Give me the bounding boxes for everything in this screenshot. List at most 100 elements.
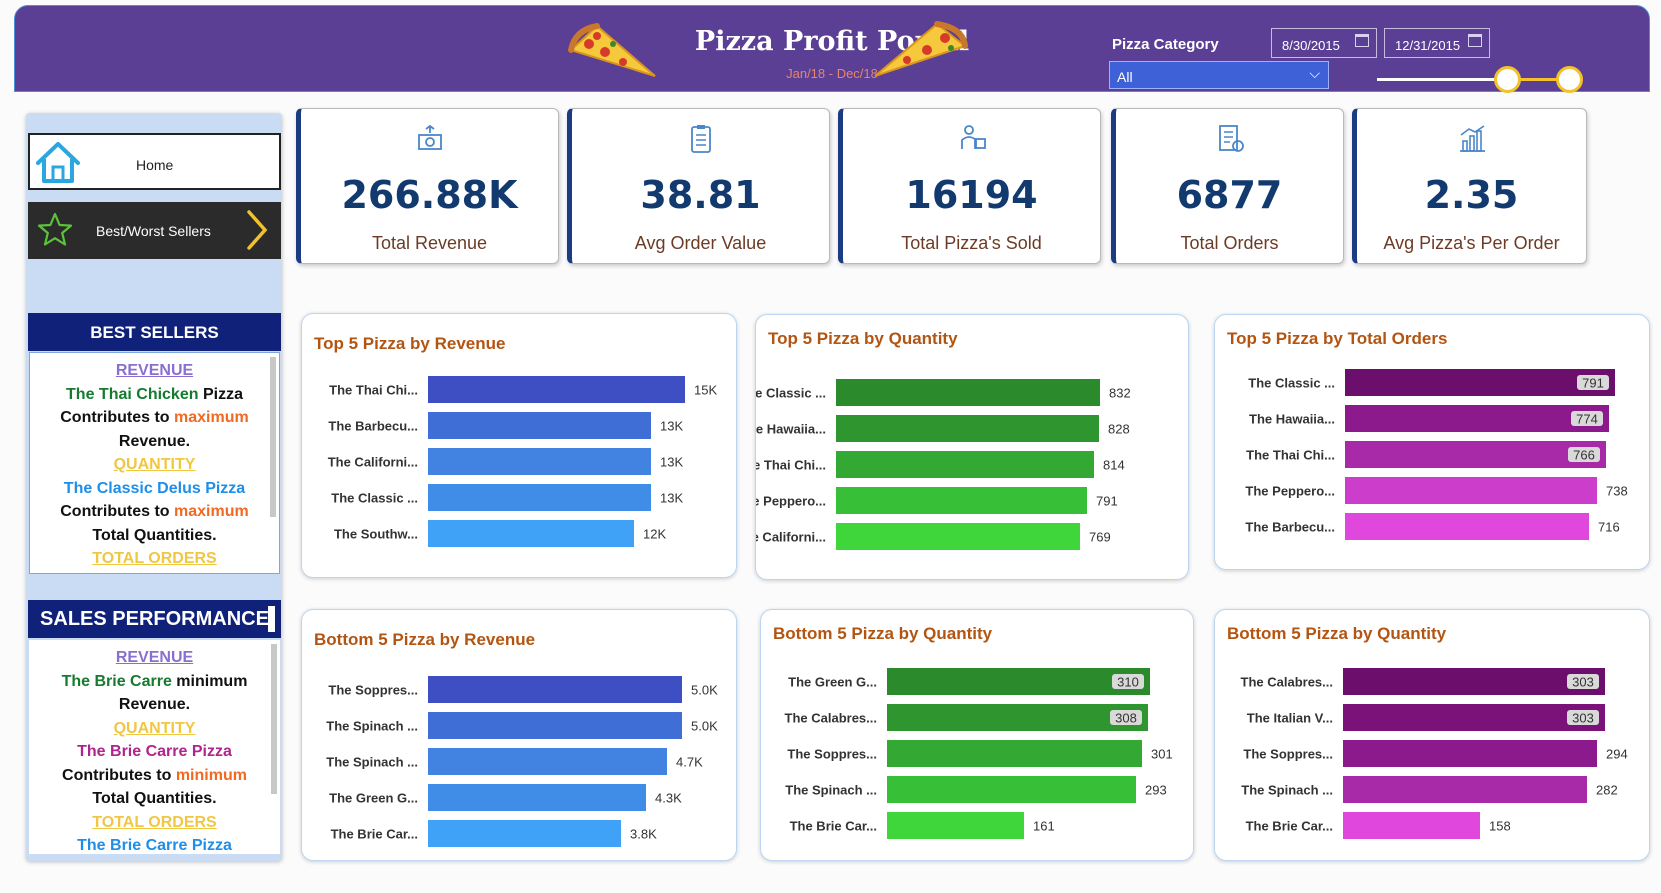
date-slider-start-handle[interactable] xyxy=(1494,66,1521,93)
chevron-right-icon xyxy=(247,210,268,250)
orders-heading: TOTAL ORDERS xyxy=(92,550,217,567)
kpi-card-avg-pizzas-per-order: 2.35 Avg Pizza's Per Order xyxy=(1352,108,1587,264)
category-label: The Classic ... xyxy=(1248,376,1335,391)
chart-bar[interactable] xyxy=(836,523,1080,550)
date-slider-end-handle[interactable] xyxy=(1556,66,1583,93)
best-worst-sellers-nav-button[interactable]: Best/Worst Sellers xyxy=(28,202,281,259)
chart-bar[interactable] xyxy=(428,712,682,739)
chart-bar[interactable] xyxy=(1345,405,1609,432)
category-label: The Hawaiia... xyxy=(1249,412,1335,427)
delivery-icon xyxy=(960,125,986,149)
category-label: The Green G... xyxy=(788,675,877,690)
chart-bar[interactable] xyxy=(887,668,1150,695)
kpi-value: 16194 xyxy=(905,173,1038,217)
chart-bar[interactable] xyxy=(887,776,1136,803)
data-label: 15K xyxy=(694,383,717,398)
chart-top-quantity: The Classic ... 832 The Hawaiia... 828 The T… xyxy=(756,379,1131,550)
calendar-icon[interactable] xyxy=(1355,34,1369,47)
maximum-text: maximum xyxy=(174,409,249,426)
chart-bar[interactable] xyxy=(836,487,1087,514)
chart-bar[interactable] xyxy=(428,484,651,511)
chart-bar[interactable] xyxy=(836,451,1094,478)
data-label: 161 xyxy=(1033,819,1055,834)
maximum-text: maximum xyxy=(174,503,249,520)
data-label: 832 xyxy=(1109,386,1131,401)
home-icon xyxy=(36,142,80,183)
chart-bottom-quantity: The Green G... 310 The Calabres... 308 The S… xyxy=(785,668,1173,839)
data-label: 5.0K xyxy=(691,719,718,734)
category-dropdown[interactable]: All ⌵ xyxy=(1109,61,1329,89)
kpi-label: Avg Order Value xyxy=(634,233,767,253)
data-label: 310 xyxy=(1117,675,1139,690)
chart-bar[interactable] xyxy=(428,820,621,847)
category-label: The Calabres... xyxy=(785,711,877,726)
chart-bar[interactable] xyxy=(428,520,634,547)
data-label: 4.3K xyxy=(655,791,682,806)
category-label: The Spinach ... xyxy=(785,783,877,798)
scrollbar[interactable] xyxy=(270,357,276,517)
data-label: 791 xyxy=(1582,376,1604,391)
contribution-line: Contributes to maximum xyxy=(30,406,279,430)
chart-bar[interactable] xyxy=(1343,740,1597,767)
calendar-icon[interactable] xyxy=(1468,34,1482,47)
chart-card-top-quantity: Top 5 Pizza by Quantity The Classic ...8… xyxy=(755,314,1189,580)
chart-bar[interactable] xyxy=(428,376,685,403)
revenue-end-text: Revenue. xyxy=(118,432,191,450)
chart-bar[interactable] xyxy=(1345,369,1615,396)
kpi-card-total-revenue: 266.88K Total Revenue xyxy=(296,108,559,264)
chart-bar[interactable] xyxy=(1345,477,1597,504)
data-label: 3.8K xyxy=(630,827,657,842)
date-end-input[interactable]: 12/31/2015 xyxy=(1384,28,1490,58)
data-label: 774 xyxy=(1576,412,1598,427)
contributes-text: Contributes to xyxy=(60,409,170,426)
category-label: The Soppres... xyxy=(787,747,877,762)
chart-bar[interactable] xyxy=(1343,776,1587,803)
revenue-line: The Brie Carre minimum xyxy=(29,670,280,694)
chart-bar[interactable] xyxy=(428,748,667,775)
category-label: The Thai Chi... xyxy=(756,458,826,473)
data-label: 738 xyxy=(1606,484,1628,499)
chart-bar[interactable] xyxy=(836,379,1100,406)
category-label: The Classic ... xyxy=(331,491,418,506)
data-label: 814 xyxy=(1103,458,1125,473)
category-label: The Hawaiia... xyxy=(756,422,826,437)
chart-bar[interactable] xyxy=(428,412,651,439)
chart-bar[interactable] xyxy=(1343,812,1480,839)
chart-bar[interactable] xyxy=(1345,441,1606,468)
data-label: 13K xyxy=(660,419,683,434)
date-end-value: 12/31/2015 xyxy=(1395,38,1461,53)
sales-performance-panel[interactable]: REVENUE The Brie Carre minimum Revenue. … xyxy=(29,640,280,854)
chart-bar[interactable] xyxy=(1343,668,1605,695)
data-label: 308 xyxy=(1115,711,1137,726)
category-label: The Soppres... xyxy=(328,683,418,698)
pizza-word: Pizza xyxy=(202,385,243,403)
category-label: The Spinach ... xyxy=(1241,783,1333,798)
chart-top-orders: The Classic ... 791 The Hawaiia... 774 The T… xyxy=(1245,369,1628,540)
category-selected-value: All xyxy=(1117,69,1133,85)
chart-top-revenue: The Thai Chi... 15K The Barbecu... 13K The C… xyxy=(328,376,717,547)
best-worst-sellers-label: Best/Worst Sellers xyxy=(96,223,211,239)
chart-bar[interactable] xyxy=(428,676,682,703)
chart-bar[interactable] xyxy=(887,704,1148,731)
revenue-heading: REVENUE xyxy=(115,649,194,666)
home-nav-button[interactable]: Home xyxy=(28,133,281,190)
kpi-card-avg-order-value: 38.81 Avg Order Value xyxy=(567,108,830,264)
contributes-text: Contributes to xyxy=(62,766,172,784)
best-sellers-panel[interactable]: REVENUE The Thai Chicken Pizza Contribut… xyxy=(29,352,280,574)
contribution-line: Contributes to maximum xyxy=(30,500,279,524)
chart-bar[interactable] xyxy=(1345,513,1589,540)
chart-bar[interactable] xyxy=(836,415,1099,442)
chart-bar[interactable] xyxy=(887,812,1024,839)
date-start-input[interactable]: 8/30/2015 xyxy=(1271,28,1377,58)
star-icon xyxy=(37,212,73,246)
scrollbar[interactable] xyxy=(271,644,277,794)
chart-bar[interactable] xyxy=(1343,704,1605,731)
kpi-label: Total Orders xyxy=(1180,233,1279,253)
money-icon xyxy=(417,124,442,150)
chart-bar[interactable] xyxy=(887,740,1142,767)
order-list-icon xyxy=(1218,125,1244,152)
chart-bar[interactable] xyxy=(428,448,651,475)
scrollbar-thumb[interactable] xyxy=(268,606,275,632)
chart-bar[interactable] xyxy=(428,784,646,811)
pizza-slice-icon xyxy=(874,21,968,77)
